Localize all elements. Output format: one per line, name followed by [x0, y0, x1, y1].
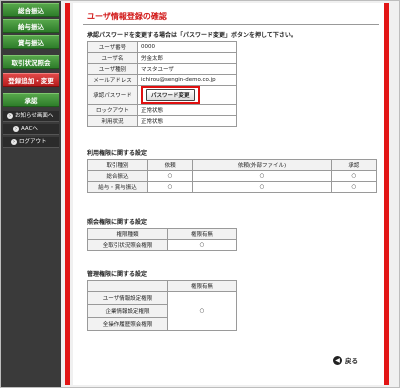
permission-cell: ○ — [146, 170, 194, 182]
column-header: 取引種別 — [87, 159, 148, 171]
table-row: 利用状況 正常状態 — [87, 115, 237, 127]
row-label: 全取引状況照会権限 — [87, 239, 168, 251]
column-header: 依頼 — [146, 159, 194, 171]
back-button[interactable]: ◀ 戻る — [333, 355, 358, 365]
back-button-label: 戻る — [345, 357, 358, 365]
sidebar-link-label: お知らせ画面へ — [15, 113, 54, 119]
row-label: 全操作履歴照会権限 — [87, 317, 168, 331]
arrow-icon: › — [13, 125, 19, 132]
column-header — [87, 280, 168, 292]
row-label: ユーザ番号 — [87, 41, 138, 53]
column-header: 権限有無 — [167, 280, 237, 292]
admin-section-title: 管理権限に関する設定 — [87, 271, 148, 278]
sidebar-item-kyuyo[interactable]: 給与振込 — [3, 19, 59, 33]
row-label: ユーザ名 — [87, 52, 138, 64]
back-arrow-icon: ◀ — [333, 355, 342, 365]
inquiry-section-title: 照会権限に関する設定 — [87, 219, 148, 226]
table-row: 承認パスワード パスワード変更 — [87, 85, 237, 105]
table-header-row: 権限種類 権限有無 — [87, 228, 237, 240]
user-info-table: ユーザ番号 0000 ユーザ名 労金太郎 ユーザ種別 マスタユーザ メールアドレス ic… — [87, 41, 237, 127]
row-value: 労金太郎 — [137, 52, 237, 64]
instruction-text: 承認パスワードを変更する場合は「パスワード変更」ボタンを押して下さい。 — [87, 32, 297, 39]
column-header: 権限有無 — [167, 228, 237, 240]
row-value: 正常状態 — [137, 104, 237, 116]
column-header: 依頼(外部ファイル) — [192, 159, 332, 171]
row-label: ユーザ種別 — [87, 63, 138, 75]
row-value: ichirou@sengin-demo.co.jp — [137, 74, 237, 86]
table-row: ロックアウト 正常状態 — [87, 104, 237, 116]
sidebar: 総合振込 給与振込 賞与振込 取引状況照会 登録追加・変更 承認 › お知らせ画面… — [1, 1, 61, 387]
sidebar-link-notice[interactable]: › お知らせ画面へ — [3, 111, 59, 122]
row-label: 総合振込 — [87, 170, 148, 182]
sidebar-item-sougou[interactable]: 総合振込 — [3, 3, 59, 17]
table-row: ユーザ番号 0000 — [87, 41, 237, 53]
inquiry-permission-table: 権限種類 権限有無 全取引状況照会権限 ○ — [87, 228, 237, 251]
row-value: 0000 — [137, 41, 237, 53]
page-title: ユーザ情報登録の確認 — [87, 12, 167, 21]
table-row: メールアドレス ichirou@sengin-demo.co.jp — [87, 74, 237, 86]
sidebar-item-touroku[interactable]: 登録追加・変更 — [3, 73, 59, 87]
column-header: 承認 — [330, 159, 378, 171]
permission-cell: ○ — [192, 181, 332, 193]
table-row: 給与・賞与振込 ○ ○ ○ — [87, 181, 378, 193]
sidebar-link-label: AACへ — [21, 126, 38, 132]
admin-permission-table: 権限有無 ユーザ情報設定権限 ○ 企業情報設定権限 全操作履歴照会権限 — [87, 280, 237, 331]
permission-cell: ○ — [167, 291, 237, 331]
table-row: ユーザ種別 マスタユーザ — [87, 63, 237, 75]
row-label: ロックアウト — [87, 104, 138, 116]
usage-section-title: 利用権限に関する設定 — [87, 150, 148, 157]
row-value: パスワード変更 — [137, 85, 237, 105]
row-value: マスタユーザ — [137, 63, 237, 75]
permission-cell: ○ — [330, 181, 378, 193]
permission-cell: ○ — [167, 239, 237, 251]
table-row: ユーザ名 労金太郎 — [87, 52, 237, 64]
title-divider — [83, 24, 379, 25]
column-header: 権限種類 — [87, 228, 168, 240]
permission-cell: ○ — [192, 170, 332, 182]
row-label: 承認パスワード — [87, 85, 138, 105]
row-value: 正常状態 — [137, 115, 237, 127]
permission-cell: ○ — [146, 181, 194, 193]
row-label: 企業情報設定権限 — [87, 304, 168, 318]
password-change-button[interactable]: パスワード変更 — [146, 89, 195, 101]
sidebar-item-torihiki[interactable]: 取引状況照会 — [3, 55, 59, 69]
sidebar-item-shoyo[interactable]: 賞与振込 — [3, 35, 59, 49]
sidebar-link-aac[interactable]: › AACへ — [3, 124, 59, 135]
sidebar-link-logout[interactable]: › ログアウト — [3, 137, 59, 148]
sidebar-link-label: ログアウト — [19, 139, 47, 145]
table-row: 全取引状況照会権限 ○ — [87, 239, 237, 251]
table-row: ユーザ情報設定権限 ○ — [87, 291, 237, 331]
row-label: メールアドレス — [87, 74, 138, 86]
password-button-highlight: パスワード変更 — [141, 86, 200, 104]
usage-permission-table: 取引種別 依頼 依頼(外部ファイル) 承認 総合振込 ○ ○ ○ 給与・賞与振込… — [87, 159, 378, 193]
row-label: ユーザ情報設定権限 — [87, 291, 168, 305]
table-header-row: 取引種別 依頼 依頼(外部ファイル) 承認 — [87, 159, 378, 171]
row-label: 利用状況 — [87, 115, 138, 127]
arrow-icon: › — [11, 138, 17, 145]
table-header-row: 権限有無 — [87, 280, 237, 292]
sidebar-item-shounin[interactable]: 承認 — [3, 93, 59, 107]
row-label: 給与・賞与振込 — [87, 181, 148, 193]
table-row: 総合振込 ○ ○ ○ — [87, 170, 378, 182]
left-accent-bar — [65, 3, 70, 385]
permission-cell: ○ — [330, 170, 378, 182]
app-frame: 総合振込 給与振込 賞与振込 取引状況照会 登録追加・変更 承認 › お知らせ画面… — [0, 0, 400, 388]
arrow-icon: › — [7, 112, 13, 119]
main-panel: ユーザ情報登録の確認 承認パスワードを変更する場合は「パスワード変更」ボタンを押… — [73, 3, 389, 385]
